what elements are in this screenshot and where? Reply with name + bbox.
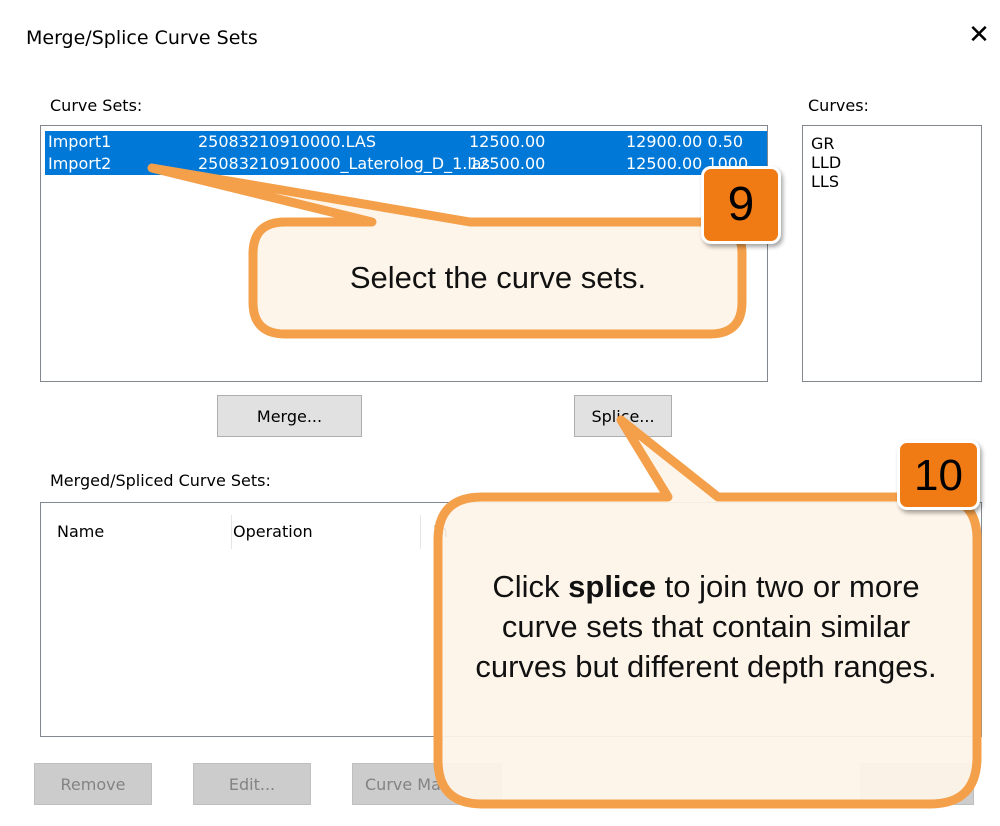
callout-10-text-prefix: Click	[492, 569, 569, 604]
callout-10-bubble	[433, 415, 982, 809]
step-10-badge: 10	[897, 440, 980, 510]
callout-10-text-bold: splice	[568, 569, 657, 604]
callout-10-text: Click splice to join two or more curve s…	[464, 567, 948, 687]
